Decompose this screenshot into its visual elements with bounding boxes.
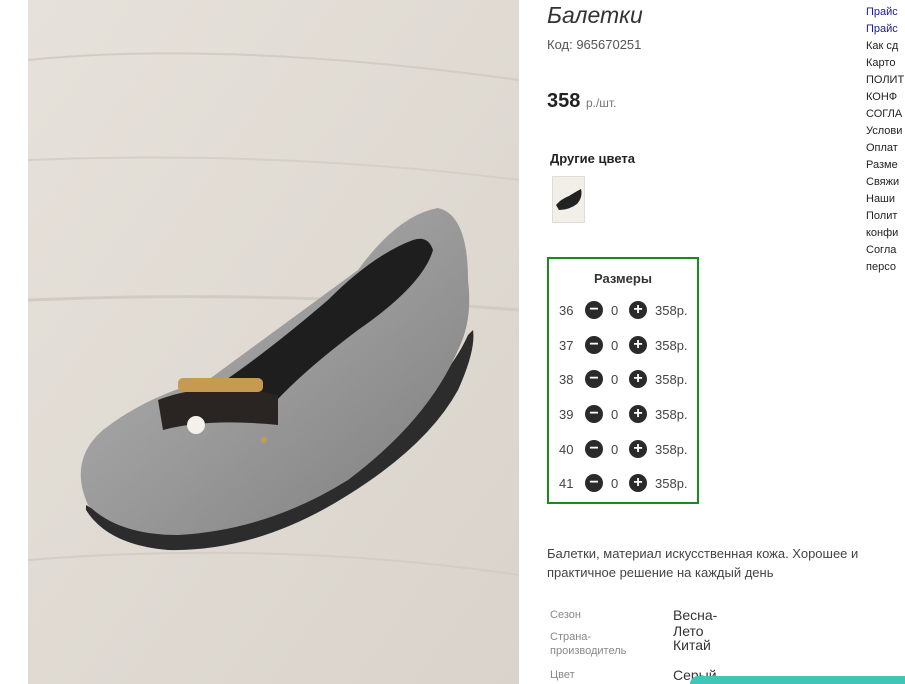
minus-circle-icon[interactable]: − [585,440,603,458]
size-number: 41 [559,476,574,491]
side-link[interactable]: Свяжи [866,174,905,191]
size-number: 40 [559,442,574,457]
side-link[interactable]: Прайс [866,23,898,35]
minus-circle-icon[interactable]: − [585,336,603,354]
size-number: 39 [559,407,574,422]
property-label: Страна-производитель [550,631,627,657]
side-link[interactable]: конфи [866,225,905,242]
size-price: 358р. [655,303,688,318]
product-photo[interactable] [28,0,519,684]
other-colors-label: Другие цвета [550,151,635,166]
minus-circle-icon[interactable]: − [585,301,603,319]
plus-circle-icon[interactable]: + [629,370,647,388]
side-link[interactable]: Услови [866,123,905,140]
color-variant-thumbnail[interactable] [552,176,585,223]
product-code: Код: 965670251 [547,37,642,52]
price-unit: р./шт. [585,96,617,110]
plus-circle-icon[interactable]: + [629,301,647,319]
size-row: 36 − 0 + 358р. [549,300,697,320]
size-row: 40 − 0 + 358р. [549,439,697,459]
size-price: 358р. [655,476,688,491]
side-link[interactable]: Полит [866,208,905,225]
size-number: 36 [559,303,574,318]
size-quantity[interactable]: 0 [611,338,618,353]
plus-circle-icon[interactable]: + [629,405,647,423]
product-price: 358 р./шт. [547,90,616,113]
size-number: 37 [559,338,574,353]
side-link[interactable]: Прайс [866,6,898,18]
product-title: Балетки [547,2,643,28]
size-price: 358р. [655,372,688,387]
chat-widget-bar[interactable] [690,676,905,684]
product-description: Балетки, материал искусственная кожа. Хо… [547,546,859,580]
size-price: 358р. [655,338,688,353]
side-link[interactable]: ПОЛИТ [866,72,905,89]
size-row: 37 − 0 + 358р. [549,335,697,355]
size-quantity[interactable]: 0 [611,407,618,422]
property-label: Сезон [550,609,581,621]
side-link[interactable]: Наши [866,191,905,208]
minus-circle-icon[interactable]: − [585,405,603,423]
side-link[interactable]: Как сд [866,38,905,55]
plus-circle-icon[interactable]: + [629,474,647,492]
size-number: 38 [559,372,574,387]
side-link[interactable]: КОНФ [866,89,905,106]
size-quantity[interactable]: 0 [611,372,618,387]
size-row: 38 − 0 + 358р. [549,369,697,389]
plus-circle-icon[interactable]: + [629,440,647,458]
size-price: 358р. [655,407,688,422]
size-row: 39 − 0 + 358р. [549,404,697,424]
sizes-header: Размеры [594,271,652,286]
plus-circle-icon[interactable]: + [629,336,647,354]
minus-circle-icon[interactable]: − [585,474,603,492]
shoe-image [28,0,519,684]
side-link[interactable]: Оплат [866,140,905,157]
side-link[interactable]: СОГЛА [866,106,905,123]
side-link[interactable]: персо [866,259,905,276]
sizes-panel: Размеры 36 − 0 + 358р. 37 − 0 + 358р. 38… [547,257,699,504]
property-value: Весна-Лето [673,607,718,639]
size-price: 358р. [655,442,688,457]
size-quantity[interactable]: 0 [611,442,618,457]
side-links: Прайс Прайс Как сд Карто ПОЛИТ КОНФ СОГЛ… [866,4,905,276]
size-quantity[interactable]: 0 [611,303,618,318]
price-value: 358 [547,90,581,112]
size-quantity[interactable]: 0 [611,476,618,491]
size-row: 41 − 0 + 358р. [549,473,697,493]
property-value: Китай [673,637,711,653]
side-link[interactable]: Разме [866,157,905,174]
side-link[interactable]: Согла [866,242,905,259]
side-link[interactable]: Карто [866,55,905,72]
shoe-thumbnail-image [556,189,582,210]
minus-circle-icon[interactable]: − [585,370,603,388]
property-label: Цвет [550,669,575,681]
